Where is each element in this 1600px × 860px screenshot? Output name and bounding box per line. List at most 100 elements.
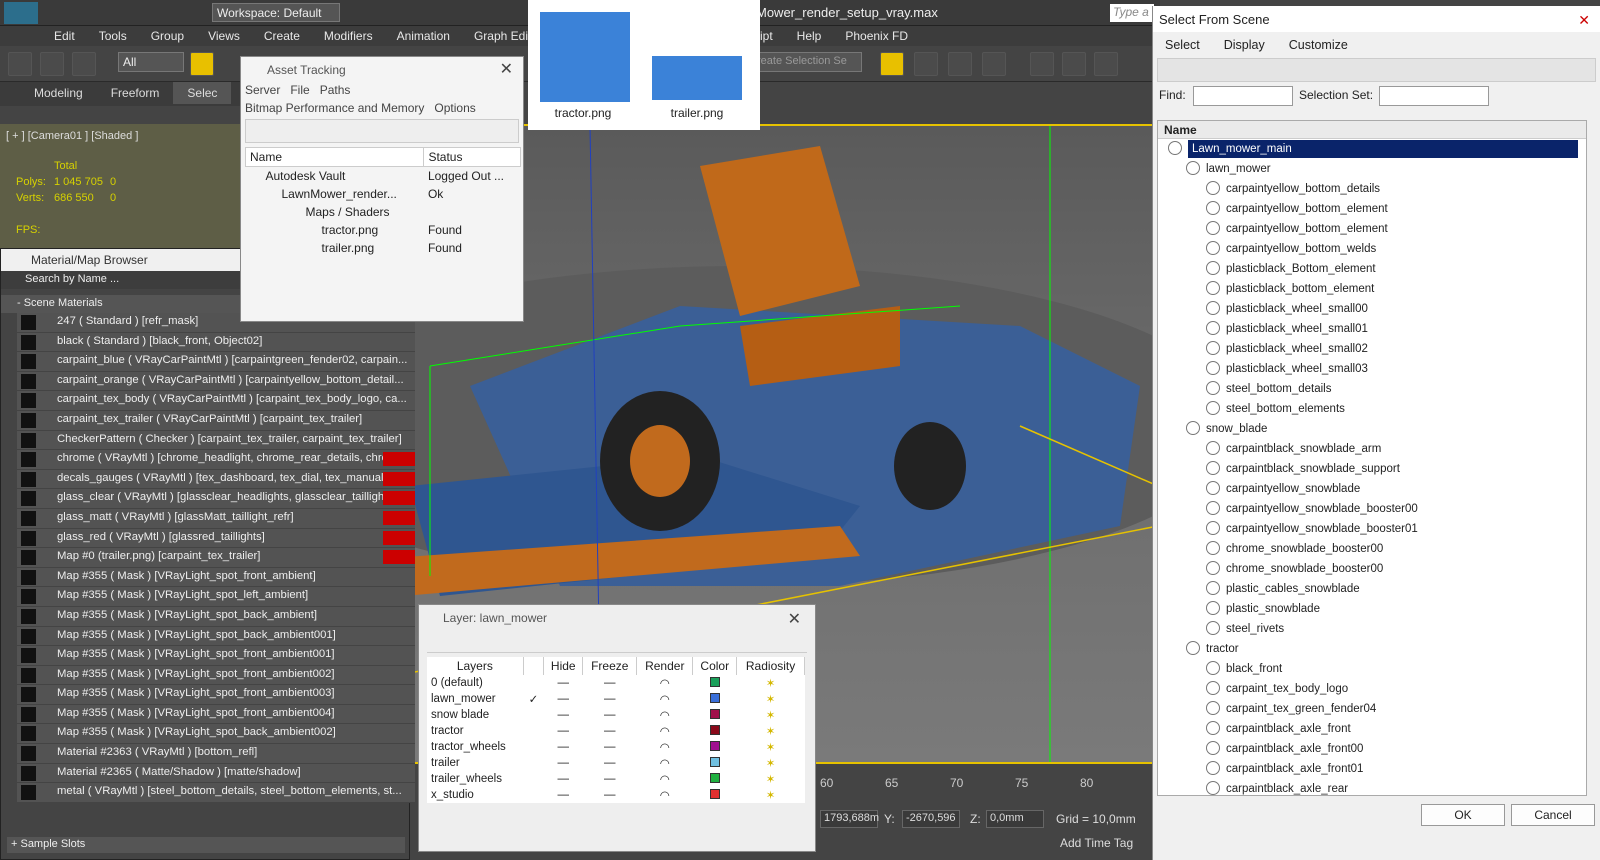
hide-toggle[interactable]: — bbox=[543, 691, 583, 707]
layer-row[interactable]: 0 (default) — — ◠ ✶ bbox=[427, 675, 805, 691]
scene-tree-row[interactable]: carpaintyellow_bottom_element bbox=[1158, 219, 1586, 239]
scene-tree-row[interactable]: carpaint_tex_green_fender04 bbox=[1158, 699, 1586, 719]
layer-row[interactable]: snow blade — — ◠ ✶ bbox=[427, 707, 805, 723]
tab-modeling[interactable]: Modeling bbox=[20, 82, 97, 104]
ok-button[interactable]: OK bbox=[1421, 804, 1505, 826]
scene-tree-row[interactable]: carpaintyellow_snowblade bbox=[1158, 479, 1586, 499]
material-editor-icon[interactable] bbox=[982, 52, 1006, 76]
render-teapot-icon[interactable]: ◠ bbox=[636, 723, 693, 739]
hide-toggle[interactable]: — bbox=[543, 707, 583, 723]
filter-dropdown[interactable]: All bbox=[118, 52, 184, 72]
sample-slots-header[interactable]: + Sample Slots bbox=[7, 837, 405, 853]
menu-edit[interactable]: Edit bbox=[42, 26, 87, 46]
close-icon[interactable]: ✕ bbox=[1578, 12, 1590, 29]
material-row[interactable]: Map #355 ( Mask ) [VRayLight_spot_back_a… bbox=[17, 626, 415, 647]
asset-row[interactable]: trailer.png Found bbox=[246, 239, 521, 257]
menu-views[interactable]: Views bbox=[196, 26, 252, 46]
layer-color-swatch[interactable] bbox=[709, 708, 720, 719]
scene-tree-row[interactable]: plasticblack_wheel_small03 bbox=[1158, 359, 1586, 379]
layer-col-header[interactable] bbox=[523, 657, 545, 675]
asset-col-status[interactable]: Status bbox=[423, 147, 521, 167]
scene-tree-row[interactable]: lawn_mower bbox=[1158, 159, 1586, 179]
freeze-toggle[interactable]: — bbox=[582, 739, 637, 755]
scene-tree-row[interactable]: plastic_cables_snowblade bbox=[1158, 579, 1586, 599]
layer-color-swatch[interactable] bbox=[709, 788, 720, 799]
timeline-ruler[interactable]: 60 65 70 75 80 bbox=[820, 776, 1150, 796]
close-icon[interactable]: ✕ bbox=[500, 59, 513, 79]
scene-tree-row[interactable]: chrome_snowblade_booster00 bbox=[1158, 559, 1586, 579]
material-row[interactable]: CheckerPattern ( Checker ) [carpaint_tex… bbox=[17, 430, 415, 451]
radiosity-icon[interactable]: ✶ bbox=[736, 691, 805, 707]
tab-freeform[interactable]: Freeform bbox=[97, 82, 174, 104]
material-row[interactable]: carpaint_tex_body ( VRayCarPaintMtl ) [c… bbox=[17, 391, 415, 411]
asset-menu-paths[interactable]: Paths bbox=[320, 83, 351, 97]
freeze-toggle[interactable]: — bbox=[582, 755, 637, 771]
layer-col-header[interactable]: Layers bbox=[427, 657, 524, 675]
scene-tree-row[interactable]: tractor bbox=[1158, 639, 1586, 659]
freeze-toggle[interactable]: — bbox=[582, 707, 637, 723]
material-row[interactable]: Map #355 ( Mask ) [VRayLight_spot_back_a… bbox=[17, 724, 415, 745]
scene-menu-customize[interactable]: Customize bbox=[1277, 32, 1360, 58]
current-layer-check[interactable] bbox=[523, 755, 544, 771]
current-layer-check[interactable] bbox=[523, 723, 544, 739]
app-logo[interactable] bbox=[4, 2, 38, 24]
scene-tree-row[interactable]: Lawn_mower_main bbox=[1158, 139, 1586, 159]
material-row[interactable]: Map #355 ( Mask ) [VRayLight_spot_front_… bbox=[17, 704, 415, 725]
tree-col-name[interactable]: Name bbox=[1158, 121, 1586, 139]
radiosity-icon[interactable]: ✶ bbox=[736, 755, 805, 771]
material-row[interactable]: chrome ( VRayMtl ) [chrome_headlight, ch… bbox=[17, 450, 415, 470]
hide-toggle[interactable]: — bbox=[543, 675, 583, 691]
current-layer-check[interactable]: ✓ bbox=[523, 691, 544, 707]
render-teapot-icon[interactable]: ◠ bbox=[636, 739, 693, 755]
material-row[interactable]: Map #355 ( Mask ) [VRayLight_spot_front_… bbox=[17, 665, 415, 686]
scene-tree-row[interactable]: chrome_snowblade_booster00 bbox=[1158, 539, 1586, 559]
current-layer-check[interactable] bbox=[523, 675, 544, 691]
render-teapot-icon[interactable]: ◠ bbox=[636, 675, 693, 691]
material-row[interactable]: decals_gauges ( VRayMtl ) [tex_dashboard… bbox=[17, 469, 415, 490]
select-object-icon[interactable] bbox=[190, 52, 214, 76]
hide-toggle[interactable]: — bbox=[543, 723, 583, 739]
scene-tree-row[interactable]: plasticblack_Bottom_element bbox=[1158, 259, 1586, 279]
unlink-icon[interactable] bbox=[40, 52, 64, 76]
scene-tree-row[interactable]: black_front bbox=[1158, 659, 1586, 679]
material-row[interactable]: black ( Standard ) [black_front, Object0… bbox=[17, 332, 415, 353]
layer-color-swatch[interactable] bbox=[709, 756, 720, 767]
add-time-tag[interactable]: Add Time Tag bbox=[1060, 836, 1133, 850]
menu-help[interactable]: Help bbox=[785, 26, 834, 46]
menu-create[interactable]: Create bbox=[252, 26, 312, 46]
render-teapot-icon[interactable]: ◠ bbox=[636, 787, 693, 803]
asset-menu-options[interactable]: Options bbox=[434, 101, 475, 115]
link-icon[interactable] bbox=[8, 52, 32, 76]
freeze-toggle[interactable]: — bbox=[582, 723, 637, 739]
scene-tree-row[interactable]: plasticblack_bottom_element bbox=[1158, 279, 1586, 299]
hide-toggle[interactable]: — bbox=[543, 739, 583, 755]
material-row[interactable]: carpaint_tex_trailer ( VRayCarPaintMtl )… bbox=[17, 410, 415, 431]
curve-editor-icon[interactable] bbox=[914, 52, 938, 76]
selection-set-dropdown[interactable]: reate Selection Se bbox=[752, 52, 862, 72]
thumbnail-trailer[interactable] bbox=[652, 56, 742, 100]
layer-explorer-icon[interactable] bbox=[880, 52, 904, 76]
freeze-toggle[interactable]: — bbox=[582, 691, 637, 707]
coord-x-field[interactable]: 1793,688m bbox=[820, 810, 879, 828]
render-icon[interactable] bbox=[1094, 52, 1118, 76]
close-icon[interactable]: ✕ bbox=[788, 609, 801, 629]
scene-tree-row[interactable]: carpaint_tex_body_logo bbox=[1158, 679, 1586, 699]
menu-group[interactable]: Group bbox=[139, 26, 196, 46]
radiosity-icon[interactable]: ✶ bbox=[736, 675, 805, 691]
layer-color-swatch[interactable] bbox=[709, 772, 720, 783]
menu-animation[interactable]: Animation bbox=[385, 26, 462, 46]
radiosity-icon[interactable]: ✶ bbox=[736, 787, 805, 803]
scene-tree-row[interactable]: carpaintyellow_bottom_details bbox=[1158, 179, 1586, 199]
hide-toggle[interactable]: — bbox=[543, 755, 583, 771]
render-setup-icon[interactable] bbox=[1030, 52, 1054, 76]
scene-tree-row[interactable]: carpaintblack_axle_front bbox=[1158, 719, 1586, 739]
freeze-toggle[interactable]: — bbox=[582, 787, 637, 803]
scene-tree-row[interactable]: carpaintyellow_snowblade_booster00 bbox=[1158, 499, 1586, 519]
schematic-icon[interactable] bbox=[948, 52, 972, 76]
scene-tree-row[interactable]: carpaintblack_axle_front00 bbox=[1158, 739, 1586, 759]
layer-row[interactable]: tractor_wheels — — ◠ ✶ bbox=[427, 739, 805, 755]
material-row[interactable]: carpaint_blue ( VRayCarPaintMtl ) [carpa… bbox=[17, 352, 415, 372]
material-row[interactable]: Map #355 ( Mask ) [VRayLight_spot_front_… bbox=[17, 685, 415, 705]
material-row[interactable]: Map #355 ( Mask ) [VRayLight_spot_back_a… bbox=[17, 606, 415, 627]
scene-tree-row[interactable]: plastic_snowblade bbox=[1158, 599, 1586, 619]
